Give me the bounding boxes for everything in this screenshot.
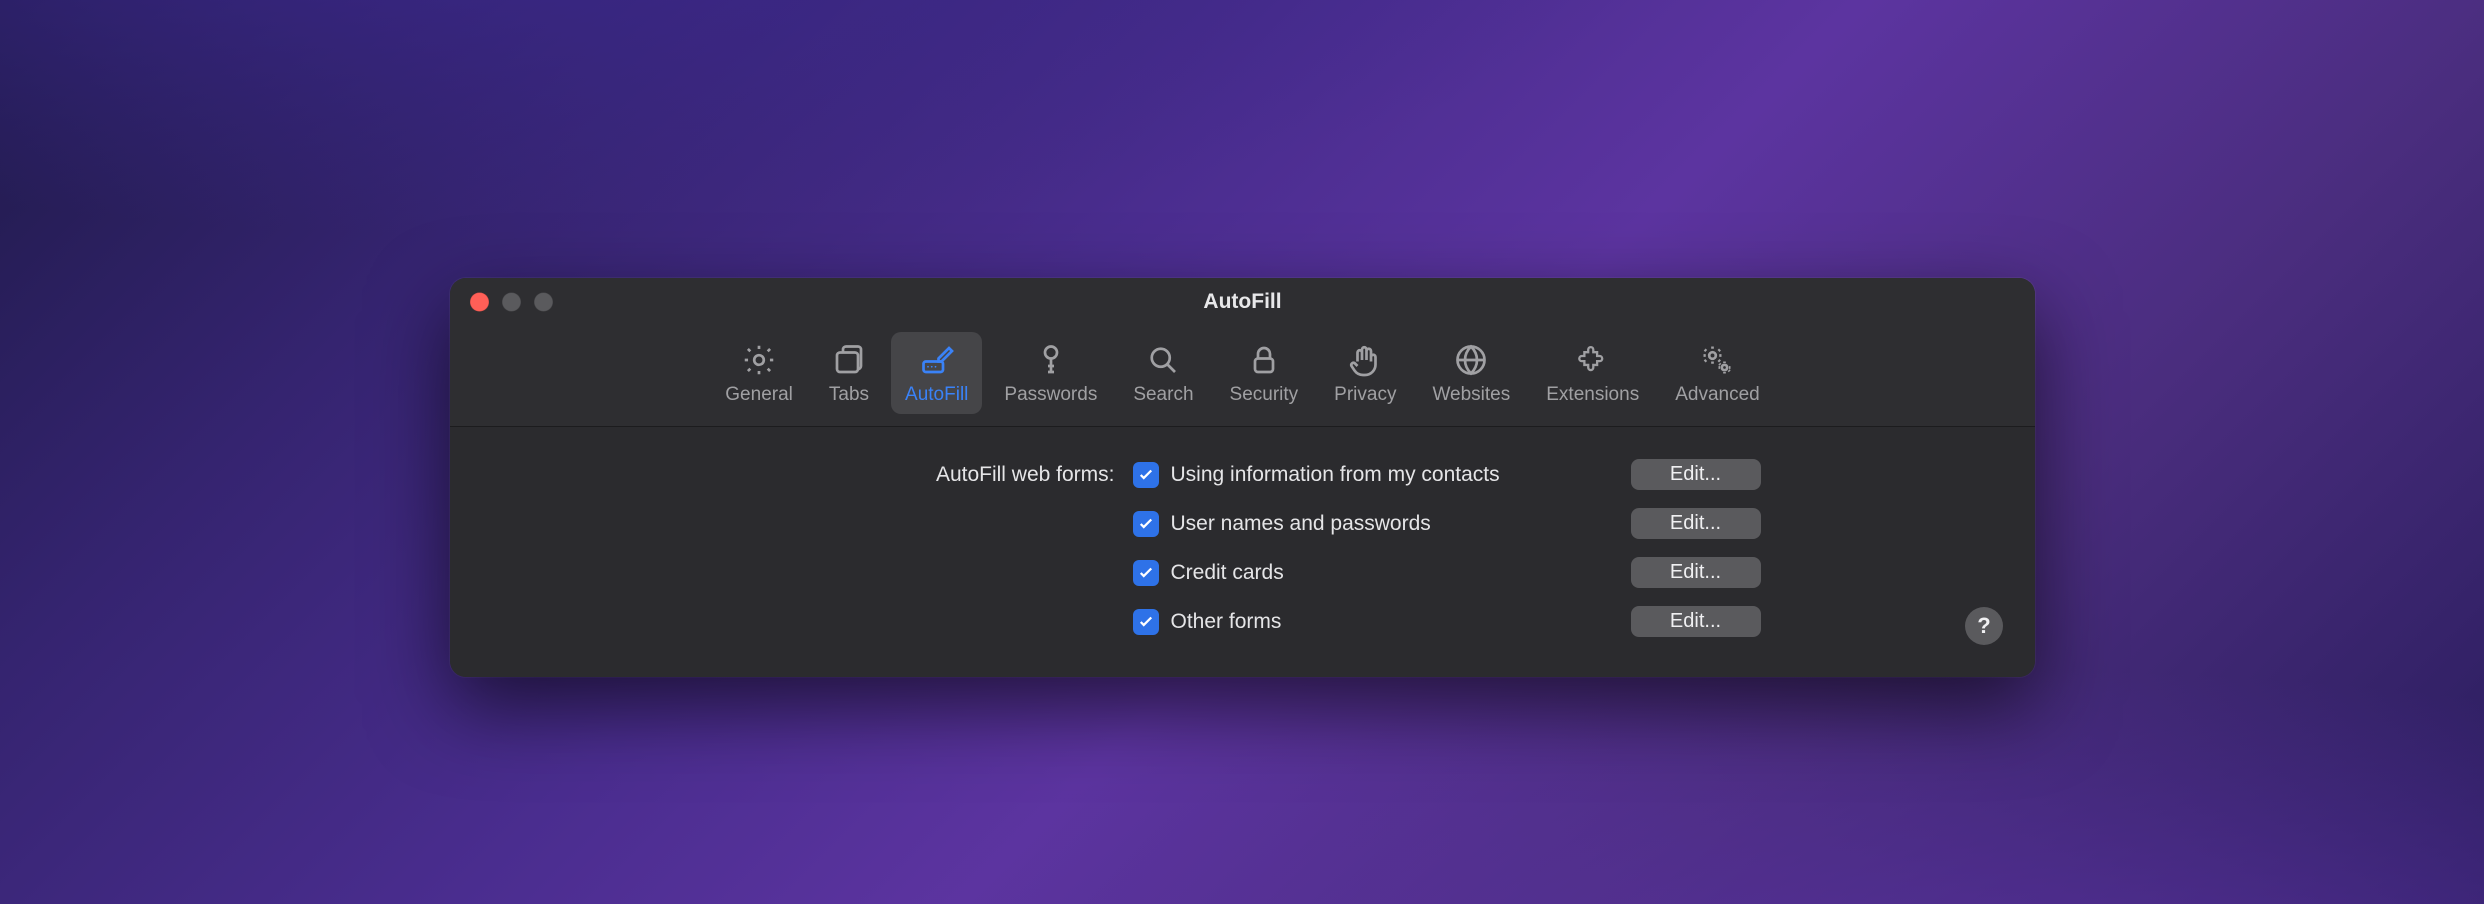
tabs-icon	[829, 340, 869, 380]
edit-contacts-button[interactable]: Edit...	[1631, 459, 1761, 490]
globe-icon	[1451, 340, 1491, 380]
tab-label: Security	[1230, 384, 1299, 406]
tab-label: Advanced	[1675, 384, 1760, 406]
tab-label: Passwords	[1004, 384, 1097, 406]
tab-autofill[interactable]: AutoFill	[891, 332, 982, 414]
checkmark-icon	[1137, 466, 1155, 484]
checkbox-label: User names and passwords	[1171, 512, 1431, 536]
checkmark-icon	[1137, 613, 1155, 631]
window-title: AutoFill	[1203, 290, 1281, 314]
checkbox-credit-cards[interactable]	[1133, 560, 1159, 586]
checkmark-icon	[1137, 564, 1155, 582]
titlebar: AutoFill	[450, 278, 2035, 326]
hand-icon	[1345, 340, 1385, 380]
help-button[interactable]: ?	[1965, 607, 2003, 645]
edit-usernames-button[interactable]: Edit...	[1631, 508, 1761, 539]
key-icon	[1031, 340, 1071, 380]
tab-label: Websites	[1432, 384, 1510, 406]
section-label: AutoFill web forms:	[695, 463, 1115, 487]
lock-icon	[1244, 340, 1284, 380]
tab-general[interactable]: General	[711, 332, 807, 414]
tab-label: AutoFill	[905, 384, 968, 406]
tab-tabs[interactable]: Tabs	[815, 332, 883, 414]
tab-privacy[interactable]: Privacy	[1320, 332, 1410, 414]
checkbox-contacts[interactable]	[1133, 462, 1159, 488]
preferences-window: AutoFill General Tabs AutoFill Pass	[450, 278, 2035, 677]
puzzle-icon	[1573, 340, 1613, 380]
edit-credit-cards-button[interactable]: Edit...	[1631, 557, 1761, 588]
tab-security[interactable]: Security	[1216, 332, 1313, 414]
minimize-window-button[interactable]	[502, 293, 521, 312]
gear-icon	[739, 340, 779, 380]
tab-extensions[interactable]: Extensions	[1532, 332, 1653, 414]
checkbox-other-forms[interactable]	[1133, 609, 1159, 635]
pencil-field-icon	[917, 340, 957, 380]
close-window-button[interactable]	[470, 293, 489, 312]
checkbox-label: Credit cards	[1171, 561, 1284, 585]
tab-passwords[interactable]: Passwords	[990, 332, 1111, 414]
tab-label: Extensions	[1546, 384, 1639, 406]
edit-other-forms-button[interactable]: Edit...	[1631, 606, 1761, 637]
traffic-lights	[470, 293, 553, 312]
tab-label: Tabs	[829, 384, 869, 406]
tab-advanced[interactable]: Advanced	[1661, 332, 1774, 414]
checkbox-label: Using information from my contacts	[1171, 463, 1500, 487]
tab-label: Search	[1133, 384, 1193, 406]
autofill-pane: AutoFill web forms: Using information fr…	[450, 427, 2035, 677]
zoom-window-button[interactable]	[534, 293, 553, 312]
checkbox-usernames[interactable]	[1133, 511, 1159, 537]
preferences-toolbar: General Tabs AutoFill Passwords Search	[450, 326, 2035, 427]
tab-websites[interactable]: Websites	[1418, 332, 1524, 414]
tab-label: General	[725, 384, 793, 406]
checkmark-icon	[1137, 515, 1155, 533]
gears-icon	[1697, 340, 1737, 380]
search-icon	[1143, 340, 1183, 380]
tab-search[interactable]: Search	[1119, 332, 1207, 414]
tab-label: Privacy	[1334, 384, 1396, 406]
checkbox-label: Other forms	[1171, 610, 1282, 634]
